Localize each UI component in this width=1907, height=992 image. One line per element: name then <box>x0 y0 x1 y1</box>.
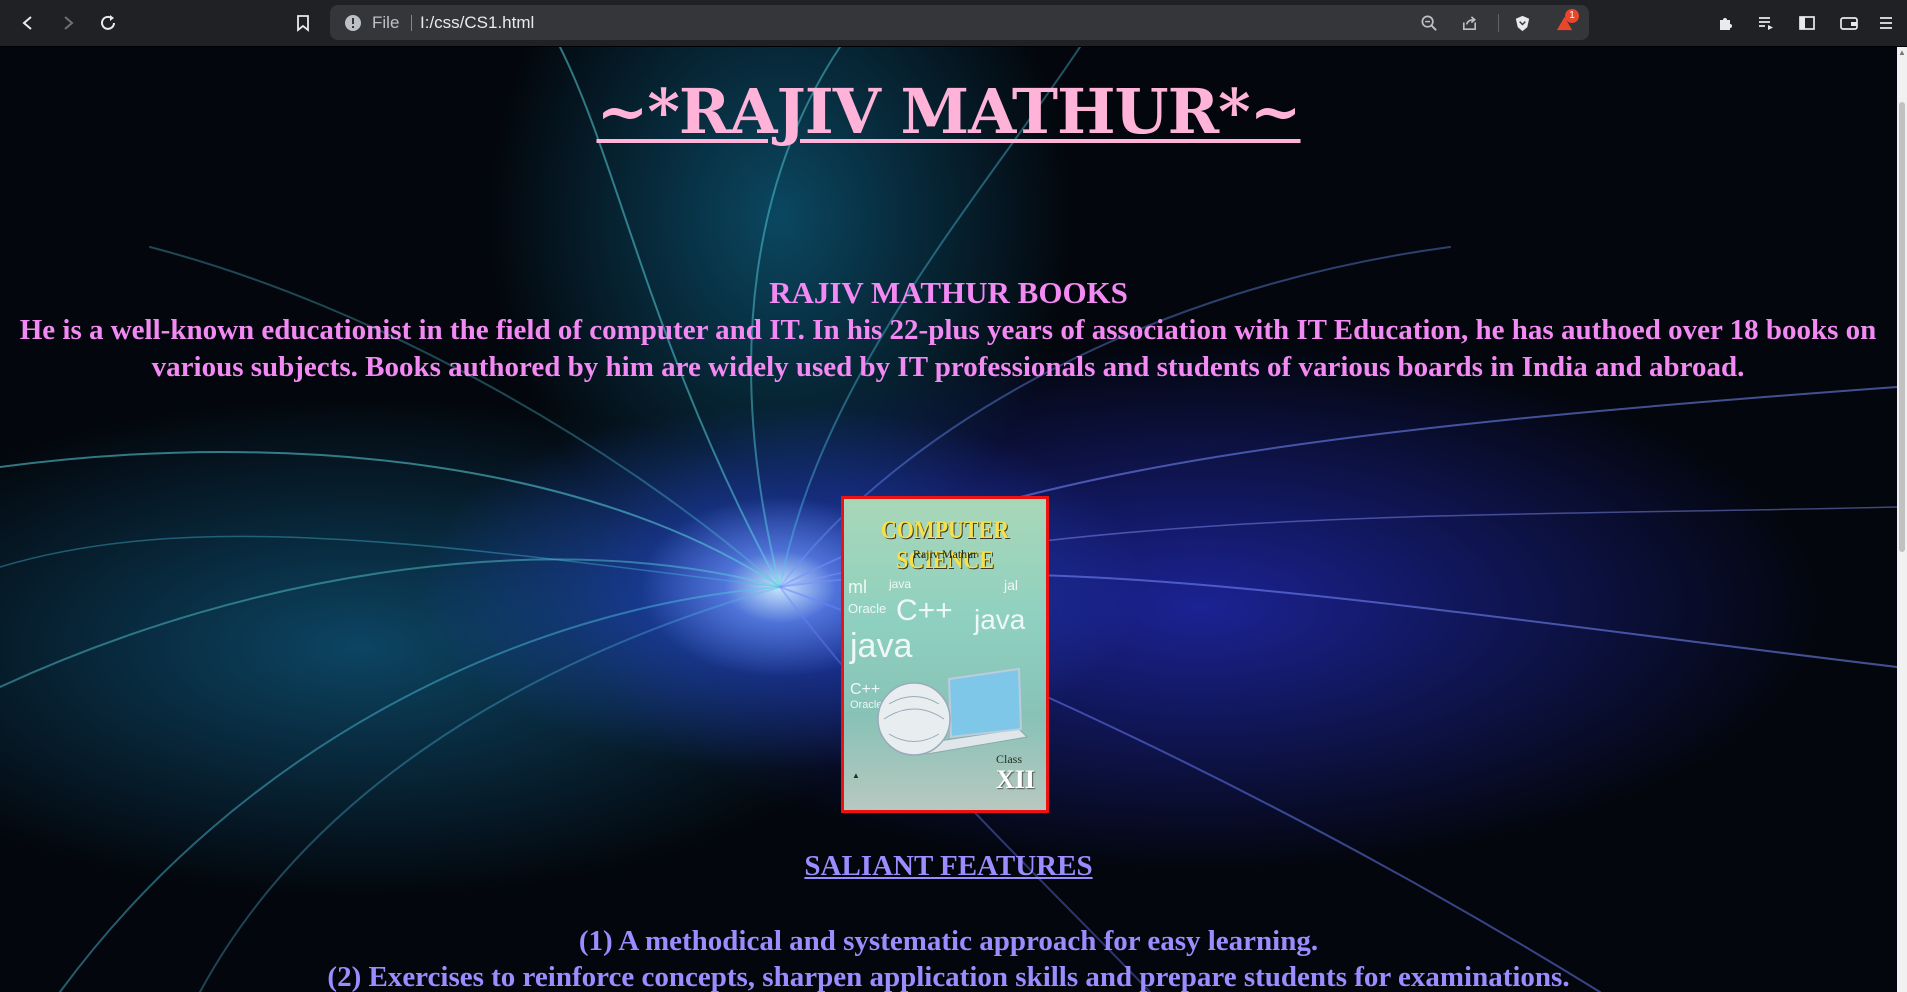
intro-paragraph: He is a well-known educationist in the f… <box>19 314 1877 383</box>
omnibox-divider <box>1498 14 1499 32</box>
publisher-logo: ▲ <box>852 771 860 780</box>
reload-icon[interactable] <box>94 9 122 37</box>
cover-keyword: Oracle <box>848 601 887 616</box>
feature-item: (2) Exercises to reinforce concepts, sha… <box>327 961 1570 992</box>
forward-icon[interactable] <box>54 9 82 37</box>
cover-author: Rajiv Mathur <box>912 547 978 561</box>
cover-keyword: ml <box>848 577 867 597</box>
share-icon[interactable] <box>1457 11 1481 35</box>
address-scheme: File <box>372 13 400 32</box>
feature-item: (1) A methodical and systematic approach… <box>578 925 1319 957</box>
sidebar-icon[interactable] <box>1793 9 1821 37</box>
wallet-icon[interactable] <box>1835 9 1863 37</box>
menu-icon[interactable] <box>1872 9 1900 37</box>
page-viewport: ~*RAJIV MATHUR*~ RAJIV MATHUR BOOKS He i… <box>0 47 1897 992</box>
cover-keyword: jal <box>1004 577 1019 593</box>
brave-shield-icon[interactable] <box>1510 11 1534 35</box>
cover-keyword: java <box>974 604 1026 635</box>
zoom-icon[interactable] <box>1417 11 1441 35</box>
laptop-globe-illustration <box>877 667 1029 756</box>
playlist-icon[interactable] <box>1752 9 1780 37</box>
scroll-up-icon[interactable]: ▲ <box>1898 49 1906 57</box>
browser-toolbar: File I:/css/CS1.html 1 <box>0 0 1907 47</box>
features-list: (1) A methodical and systematic approach… <box>0 923 1897 992</box>
scrollbar-thumb[interactable] <box>1899 102 1905 552</box>
books-heading: RAJIV MATHUR BOOKS <box>769 275 1128 310</box>
notification-badge: 1 <box>1565 9 1579 23</box>
bookmark-icon[interactable] <box>289 9 317 37</box>
extensions-icon[interactable] <box>1712 9 1740 37</box>
address-bar[interactable]: File I:/css/CS1.html <box>330 5 1589 40</box>
cover-keyword: java <box>889 577 912 591</box>
cover-class-number: XII <box>996 765 1036 794</box>
cover-keyword: C++ <box>896 594 953 627</box>
scrollbar[interactable]: ▲ <box>1897 47 1907 992</box>
back-icon[interactable] <box>14 9 42 37</box>
features-heading[interactable]: SALIANT FEATURES <box>0 850 1897 883</box>
book-cover-image[interactable]: COMPUTER SCIENCE Rajiv Mathur ml java Or… <box>841 496 1049 813</box>
address-url[interactable]: I:/css/CS1.html <box>420 13 534 33</box>
address-divider <box>411 15 412 31</box>
info-icon[interactable] <box>344 14 362 32</box>
page-title: ~*RAJIV MATHUR*~ <box>596 75 1301 148</box>
cover-title: COMPUTER SCIENCE <box>880 515 1010 574</box>
